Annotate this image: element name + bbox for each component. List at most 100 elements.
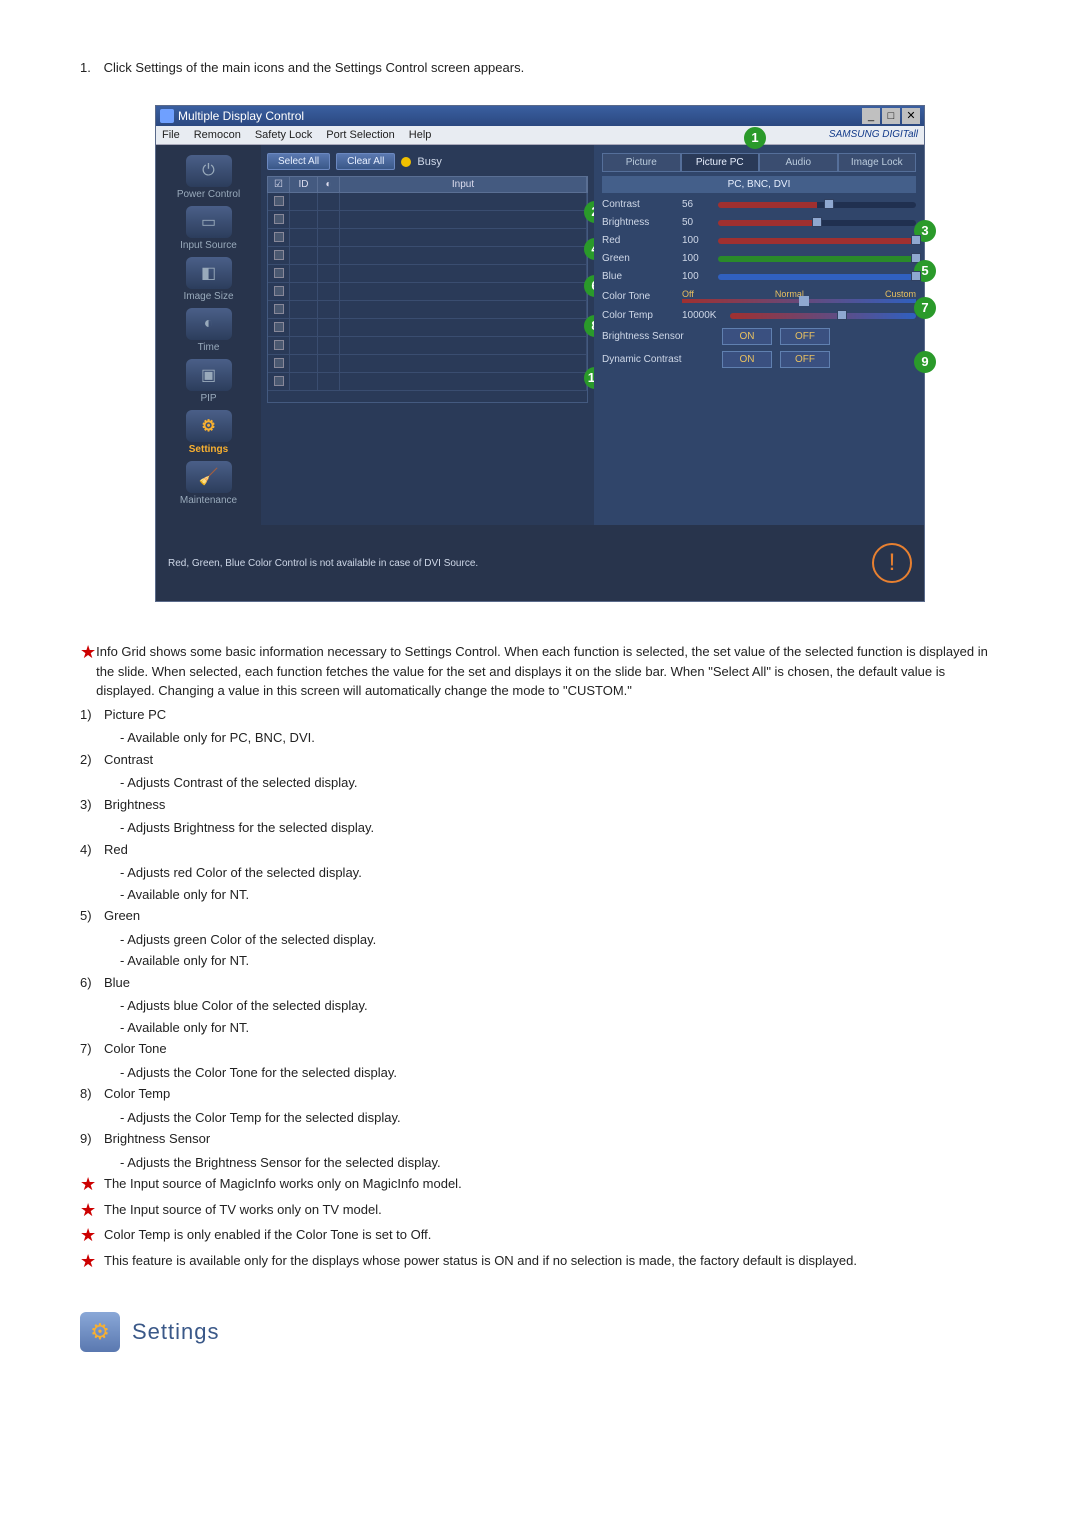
menu-port-selection[interactable]: Port Selection <box>326 129 394 141</box>
green-slider[interactable] <box>718 256 916 262</box>
grid-header: ☑ ID ◐ Input <box>267 176 588 193</box>
dynamic-contrast-off[interactable]: OFF <box>780 351 830 368</box>
sidebar-item-pip[interactable]: ▣PIP <box>160 357 257 406</box>
row-checkbox[interactable] <box>274 214 284 224</box>
list-number: 4) <box>80 840 104 860</box>
list-item: 5)Green <box>80 906 1000 926</box>
row-checkbox[interactable] <box>274 268 284 278</box>
table-row[interactable] <box>268 283 587 301</box>
row-checkbox[interactable] <box>274 304 284 314</box>
image-size-icon: ◧ <box>186 257 232 289</box>
row-checkbox[interactable] <box>274 196 284 206</box>
power-icon: ⏻ <box>186 155 232 187</box>
mode-strip: PC, BNC, DVI <box>602 176 916 193</box>
contrast-slider[interactable] <box>718 202 916 208</box>
red-row: Red 100 <box>602 235 916 246</box>
settings-panel: 1 Picture Picture PC Audio Image Lock PC… <box>594 145 924 525</box>
sidebar-item-time[interactable]: ◐Time <box>160 306 257 355</box>
list-item: ★ Info Grid shows some basic information… <box>80 642 1000 701</box>
row-checkbox[interactable] <box>274 358 284 368</box>
table-row[interactable] <box>268 319 587 337</box>
sidebar-item-input-source[interactable]: ▭Input Source <box>160 204 257 253</box>
close-button[interactable]: ✕ <box>902 108 920 124</box>
color-temp-slider[interactable] <box>730 313 916 319</box>
grid-head-check[interactable]: ☑ <box>268 177 290 192</box>
table-row[interactable] <box>268 211 587 229</box>
tab-picture[interactable]: Picture <box>602 153 681 172</box>
menu-help[interactable]: Help <box>409 129 432 141</box>
list-title: Red <box>104 840 128 860</box>
table-row[interactable] <box>268 373 587 391</box>
time-icon: ◐ <box>186 308 232 340</box>
sidebar-item-maintenance[interactable]: 🧹Maintenance <box>160 459 257 508</box>
list-item: ★The Input source of TV works only on TV… <box>80 1200 1000 1222</box>
instruction-number: 1. <box>80 60 100 75</box>
blue-slider[interactable] <box>718 274 916 280</box>
list-subtext: - Adjusts the Color Tone for the selecte… <box>120 1063 1000 1083</box>
list-title: Brightness Sensor <box>104 1129 210 1149</box>
grid-head-id: ID <box>290 177 318 192</box>
table-row[interactable] <box>268 247 587 265</box>
blue-row: Blue 100 <box>602 271 916 282</box>
row-checkbox[interactable] <box>274 322 284 332</box>
row-checkbox[interactable] <box>274 376 284 386</box>
table-row[interactable] <box>268 265 587 283</box>
footer-note-text: Red, Green, Blue Color Control is not av… <box>168 558 478 569</box>
list-number: 7) <box>80 1039 104 1059</box>
minimize-button[interactable]: _ <box>862 108 880 124</box>
list-item: ★This feature is available only for the … <box>80 1251 1000 1273</box>
clear-all-button[interactable]: Clear All <box>336 153 395 170</box>
row-checkbox[interactable] <box>274 286 284 296</box>
table-row[interactable] <box>268 193 587 211</box>
menu-safety-lock[interactable]: Safety Lock <box>255 129 312 141</box>
list-text: Info Grid shows some basic information n… <box>96 642 1000 701</box>
list-text: This feature is available only for the d… <box>104 1251 857 1273</box>
list-subtext: - Adjusts green Color of the selected di… <box>120 930 1000 950</box>
list-item: 2)Contrast <box>80 750 1000 770</box>
tab-audio[interactable]: Audio <box>759 153 838 172</box>
table-row[interactable] <box>268 337 587 355</box>
brightness-sensor-on[interactable]: ON <box>722 328 772 345</box>
row-checkbox[interactable] <box>274 250 284 260</box>
list-item: 8)Color Temp <box>80 1084 1000 1104</box>
table-row[interactable] <box>268 301 587 319</box>
callout-1: 1 <box>744 127 766 149</box>
section-header: ⚙ Settings <box>80 1312 1000 1352</box>
grid-body <box>267 193 588 403</box>
list-number: 2) <box>80 750 104 770</box>
list-item: 1)Picture PC <box>80 705 1000 725</box>
table-row[interactable] <box>268 229 587 247</box>
list-title: Green <box>104 906 140 926</box>
sidebar-item-image-size[interactable]: ◧Image Size <box>160 255 257 304</box>
star-icon: ★ <box>80 1200 104 1222</box>
red-slider[interactable] <box>718 238 916 244</box>
dynamic-contrast-row: Dynamic Contrast ON OFF <box>602 351 916 368</box>
brightness-slider[interactable] <box>718 220 916 226</box>
list-number: 8) <box>80 1084 104 1104</box>
callout-9: 9 <box>914 351 936 373</box>
brightness-sensor-off[interactable]: OFF <box>780 328 830 345</box>
row-checkbox[interactable] <box>274 232 284 242</box>
settings-icon: ⚙ <box>186 410 232 442</box>
maximize-button[interactable]: □ <box>882 108 900 124</box>
menu-remocon[interactable]: Remocon <box>194 129 241 141</box>
brightness-sensor-row: Brightness Sensor ON OFF <box>602 328 916 345</box>
row-checkbox[interactable] <box>274 340 284 350</box>
table-row[interactable] <box>268 355 587 373</box>
list-item: ★The Input source of MagicInfo works onl… <box>80 1174 1000 1196</box>
sidebar-item-settings[interactable]: ⚙Settings <box>160 408 257 457</box>
menu-file[interactable]: File <box>162 129 180 141</box>
settings-section-icon: ⚙ <box>80 1312 120 1352</box>
sidebar-item-power-control[interactable]: ⏻Power Control <box>160 153 257 202</box>
dynamic-contrast-on[interactable]: ON <box>722 351 772 368</box>
list-subtext: - Adjusts Contrast of the selected displ… <box>120 773 1000 793</box>
color-tone-slider[interactable]: Off Normal Custom <box>682 289 916 303</box>
instruction-text: Click Settings of the main icons and the… <box>104 60 525 75</box>
tab-image-lock[interactable]: Image Lock <box>838 153 917 172</box>
tab-picture-pc[interactable]: Picture PC <box>681 153 760 172</box>
list-item: 9)Brightness Sensor <box>80 1129 1000 1149</box>
list-number: 3) <box>80 795 104 815</box>
select-all-button[interactable]: Select All <box>267 153 330 170</box>
list-subtext: - Adjusts the Brightness Sensor for the … <box>120 1153 1000 1173</box>
busy-label: Busy <box>417 156 441 168</box>
